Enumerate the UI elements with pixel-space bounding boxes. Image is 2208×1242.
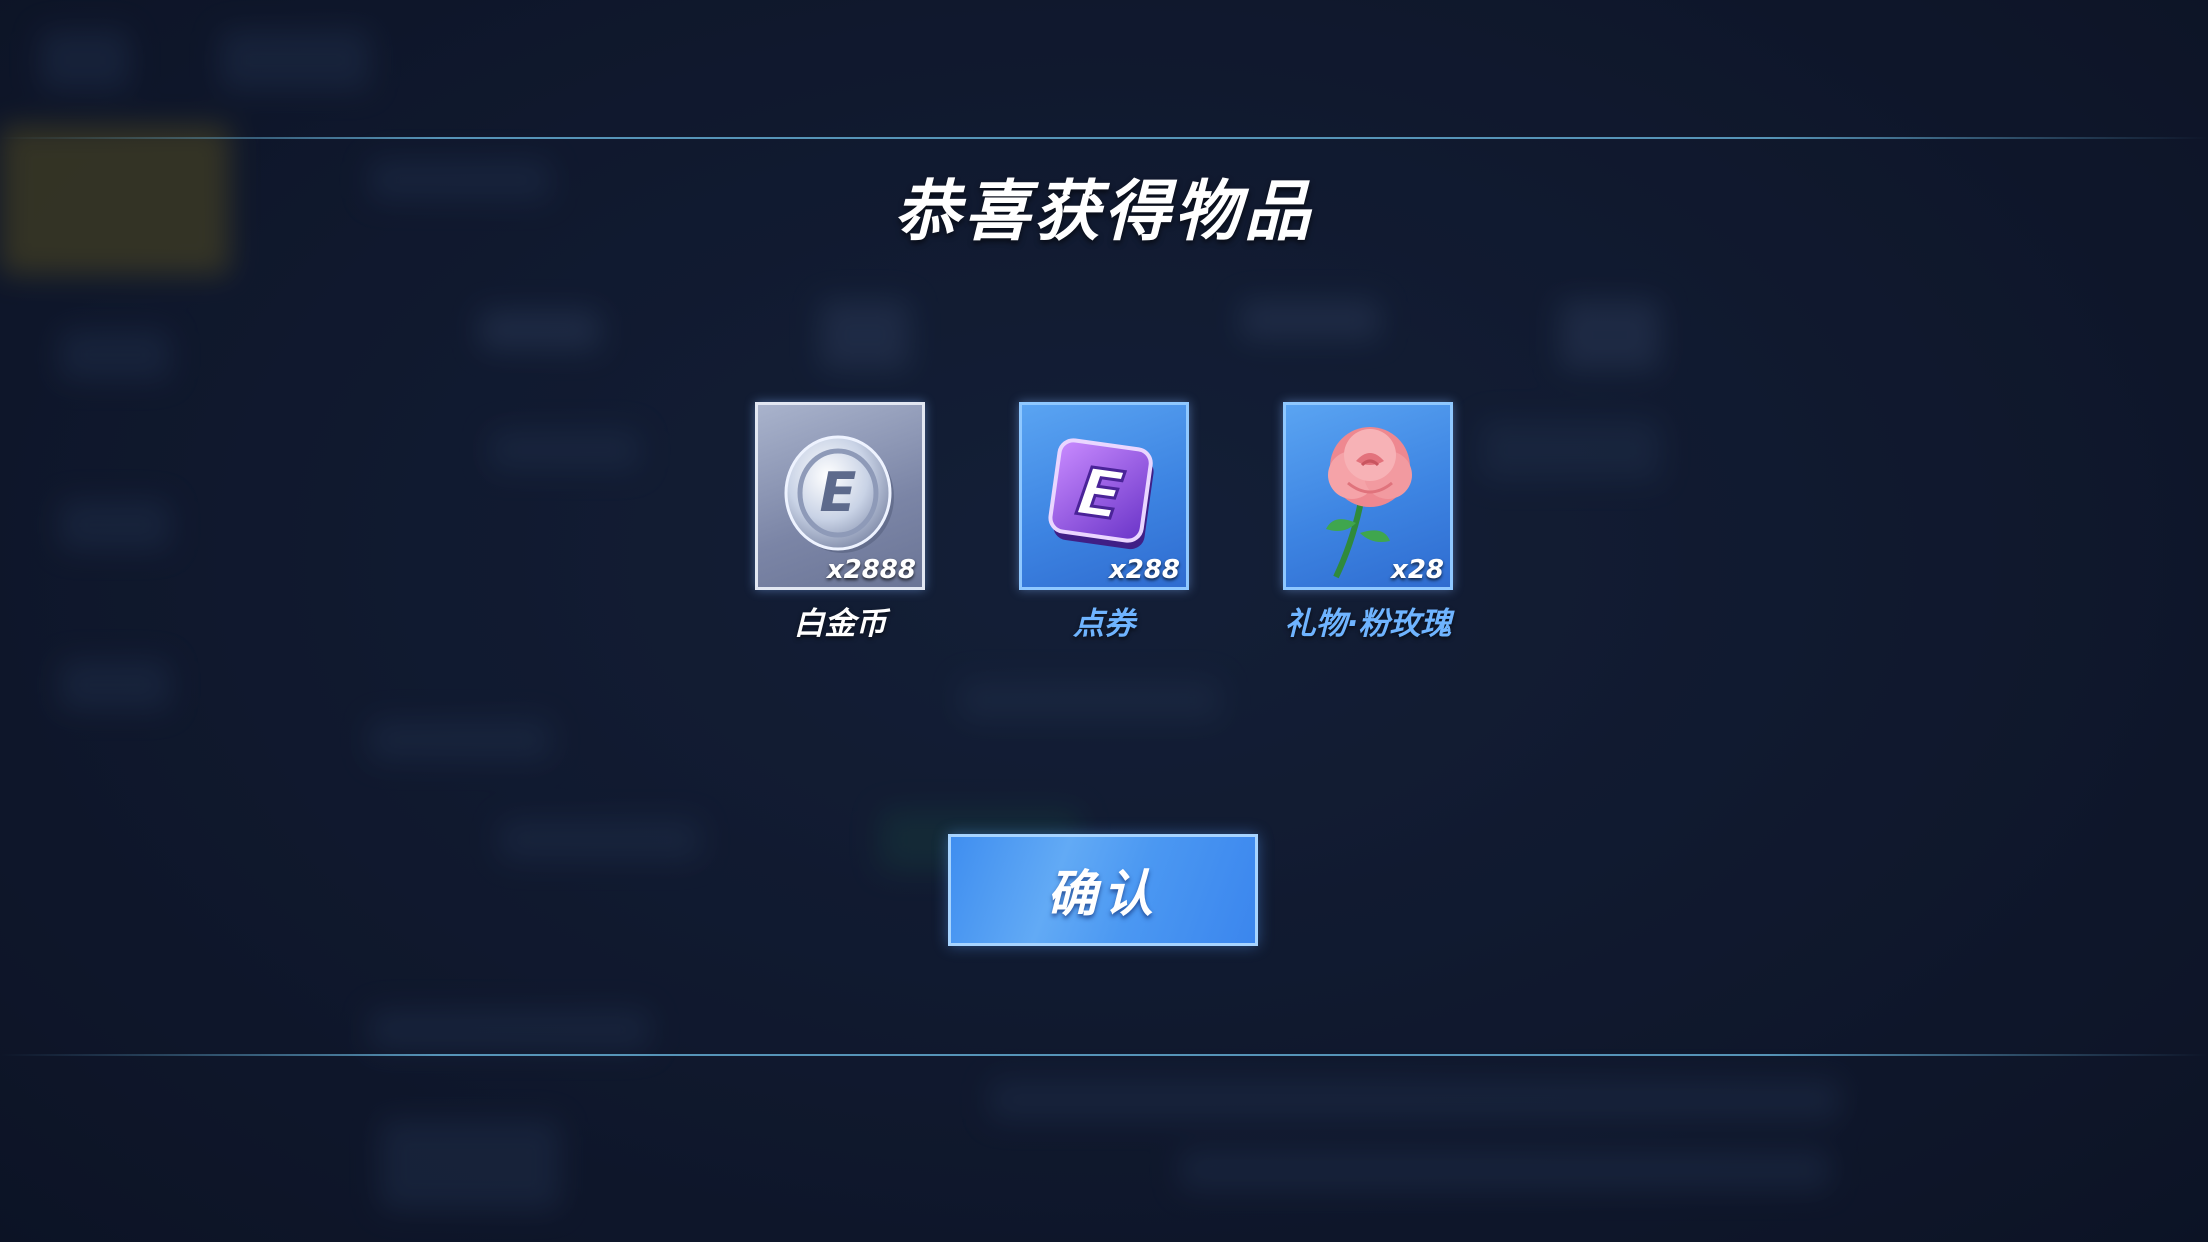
svg-text:E: E bbox=[820, 461, 857, 524]
confirm-button-label: 确认 bbox=[1047, 865, 1159, 923]
confirm-button[interactable]: 确认 bbox=[948, 834, 1258, 946]
dialog-title: 恭喜获得物品 bbox=[894, 173, 1314, 250]
item-card: x28 bbox=[1283, 402, 1453, 590]
divider-bottom bbox=[0, 1054, 2208, 1056]
item-card: E x288 bbox=[1019, 402, 1189, 590]
item-name: 白金币 bbox=[793, 606, 887, 642]
divider-top bbox=[0, 137, 2208, 139]
item-quantity: x2888 bbox=[826, 555, 916, 585]
item-name: 礼物·粉玫瑰 bbox=[1284, 606, 1452, 642]
item-card: E x2888 bbox=[755, 402, 925, 590]
item-name: 点券 bbox=[1073, 606, 1135, 642]
item-quantity: x288 bbox=[1108, 555, 1180, 585]
item-quantity: x28 bbox=[1391, 555, 1444, 585]
